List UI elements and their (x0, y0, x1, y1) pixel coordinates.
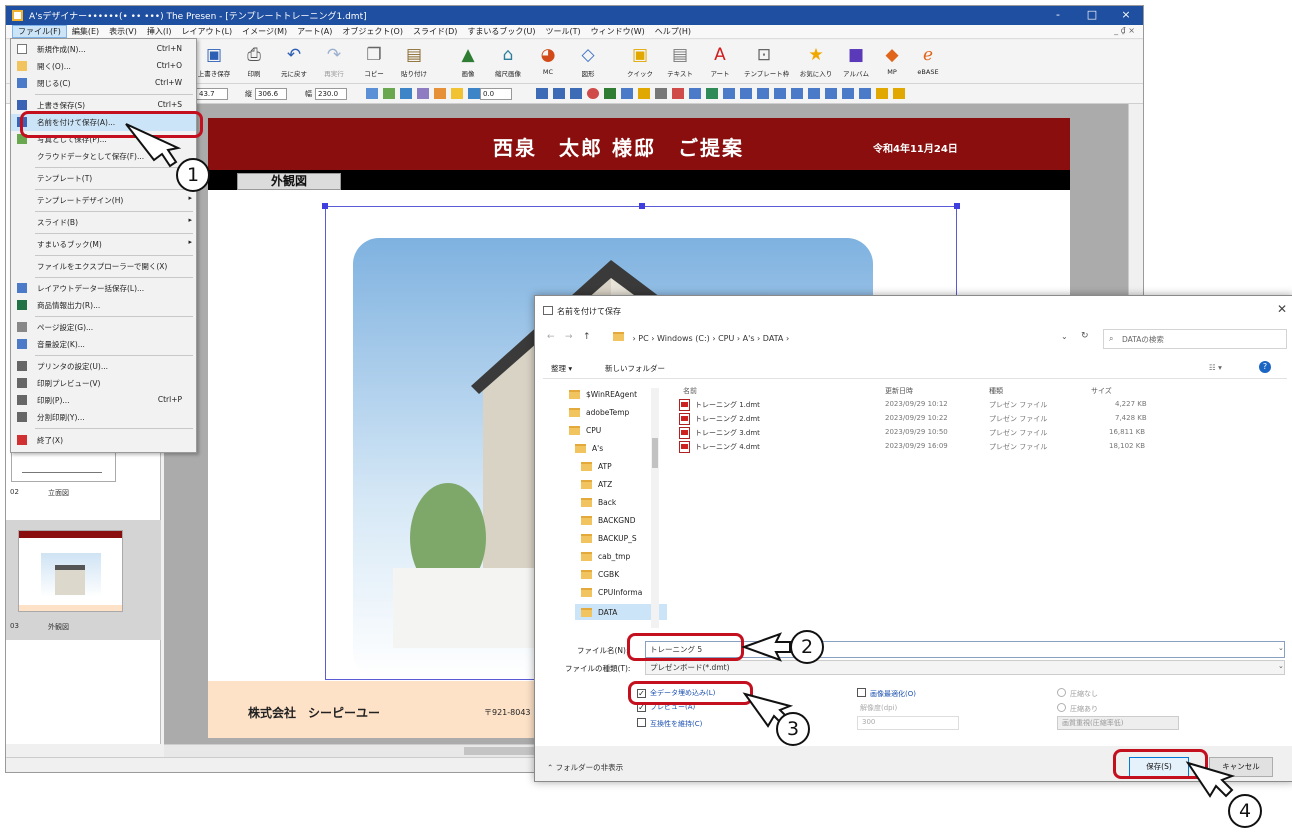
callout-number-4: 4 (1228, 794, 1262, 828)
callout-number-1: 1 (176, 158, 210, 192)
arrow-2-pointer (741, 632, 791, 662)
callout-number-2: 2 (790, 630, 824, 664)
arrow-4-pointer (1185, 761, 1236, 798)
callout-number-3: 3 (776, 712, 810, 746)
screenshot-stage: A'sデザイナー••••••(• •• •••) The Presen - [テ… (0, 0, 1292, 832)
arrow-1-pointer (125, 123, 182, 168)
callout-arrows (125, 123, 1236, 798)
